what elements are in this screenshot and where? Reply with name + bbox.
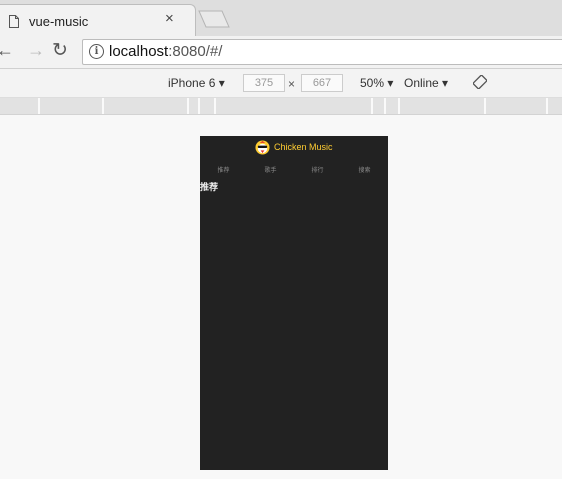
browser-tab-strip: vue-music × bbox=[0, 0, 562, 37]
ruler-segment[interactable] bbox=[484, 98, 486, 114]
tab-search[interactable]: 搜索 bbox=[341, 165, 388, 177]
app-header: Chicken Music bbox=[200, 136, 388, 160]
ruler-segment[interactable] bbox=[371, 98, 373, 114]
forward-arrow-icon[interactable]: → bbox=[27, 40, 45, 61]
media-query-ruler bbox=[0, 98, 562, 115]
tab-singer[interactable]: 歌手 bbox=[247, 165, 294, 177]
height-input[interactable]: 667 bbox=[301, 74, 343, 92]
tab-title: vue-music bbox=[29, 14, 89, 29]
browser-toolbar: ← → ↻ i localhost:8080/#/ bbox=[0, 36, 562, 69]
reload-icon[interactable]: ↻ bbox=[52, 39, 68, 62]
ruler-segment[interactable] bbox=[187, 98, 189, 114]
close-tab-icon[interactable]: × bbox=[165, 10, 174, 27]
tab-rank[interactable]: 排行 bbox=[294, 165, 341, 177]
dimension-separator: × bbox=[288, 77, 296, 91]
ruler-segment[interactable] bbox=[38, 98, 40, 114]
network-throttle-select[interactable]: Online ▾ bbox=[404, 76, 448, 90]
device-toolbar: iPhone 6 ▾ 375 × 667 50% ▾ Online ▾ bbox=[0, 69, 562, 98]
address-bar[interactable]: i localhost:8080/#/ bbox=[82, 39, 562, 65]
device-select[interactable]: iPhone 6 ▾ bbox=[168, 76, 225, 90]
ruler-segment[interactable] bbox=[546, 98, 548, 114]
zoom-select[interactable]: 50% ▾ bbox=[360, 76, 393, 90]
ruler-segment[interactable] bbox=[198, 98, 200, 114]
tab-recommend[interactable]: 推荐 bbox=[200, 165, 247, 177]
new-tab-button[interactable] bbox=[198, 10, 230, 28]
ruler-segment[interactable] bbox=[214, 98, 216, 114]
chicken-logo-icon bbox=[255, 140, 270, 155]
ruler-segment[interactable] bbox=[398, 98, 400, 114]
url-text: localhost:8080/#/ bbox=[109, 43, 222, 60]
ruler-segment[interactable] bbox=[102, 98, 104, 114]
url-path: :8080/#/ bbox=[168, 43, 223, 60]
width-input[interactable]: 375 bbox=[243, 74, 285, 92]
info-icon[interactable]: i bbox=[89, 44, 104, 59]
app-title: Chicken Music bbox=[274, 142, 333, 152]
phone-screen: Chicken Music 推荐 歌手 排行 搜索 推荐 bbox=[200, 136, 388, 470]
back-arrow-icon[interactable]: ← bbox=[0, 40, 14, 61]
url-host: localhost bbox=[109, 43, 169, 60]
rotate-icon[interactable] bbox=[473, 75, 487, 89]
ruler-segment[interactable] bbox=[384, 98, 386, 114]
page-content-text: 推荐 bbox=[200, 182, 219, 192]
tab-bar: 推荐 歌手 排行 搜索 bbox=[200, 165, 388, 177]
document-icon bbox=[9, 15, 19, 28]
browser-tab[interactable]: vue-music × bbox=[0, 4, 196, 37]
